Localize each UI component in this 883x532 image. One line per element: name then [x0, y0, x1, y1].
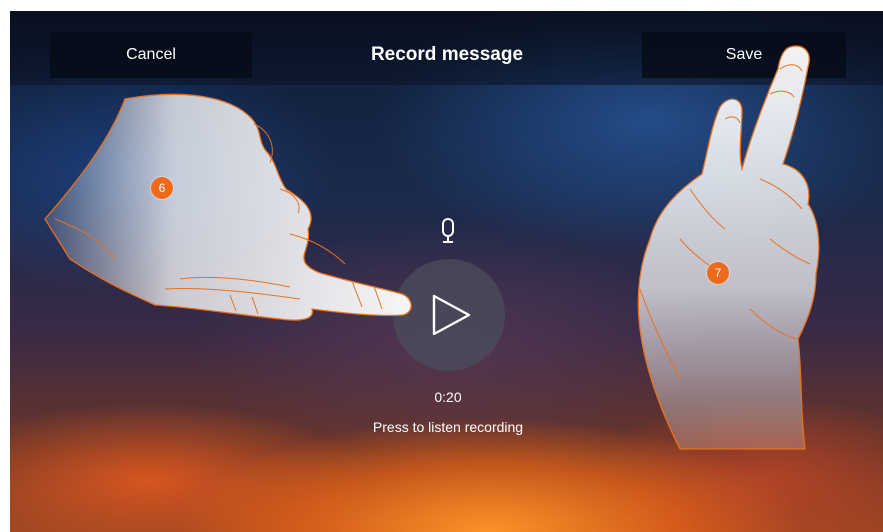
right-hand-icon — [637, 45, 820, 450]
step-callout-badge: 6 — [151, 177, 173, 199]
left-hand-icon — [44, 93, 412, 321]
step-callout-badge: 7 — [707, 262, 729, 284]
hand-gestures-overlay — [44, 45, 820, 450]
